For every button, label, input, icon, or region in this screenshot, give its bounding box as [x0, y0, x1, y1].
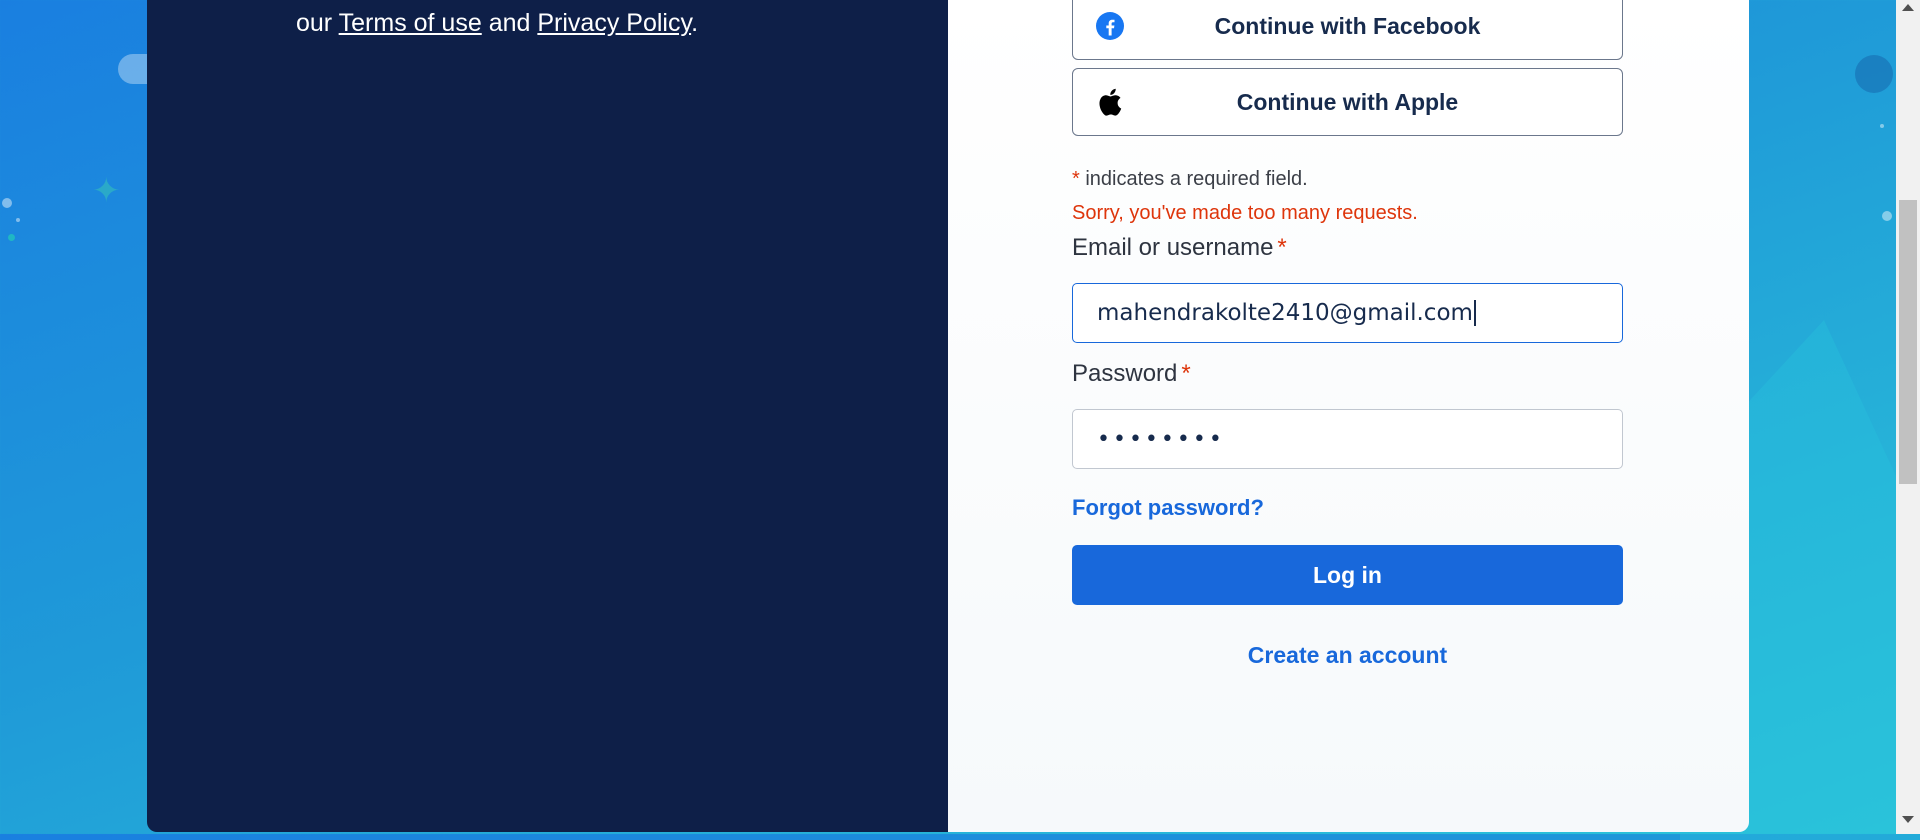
left-info-panel [147, 0, 948, 832]
required-field-note: * indicates a required field. [1072, 168, 1308, 191]
password-input-value: •••••••• [1097, 426, 1225, 452]
password-label-text: Password [1072, 360, 1178, 387]
email-field-label: Email or username * [1072, 234, 1287, 262]
password-input[interactable]: •••••••• [1072, 409, 1623, 469]
required-star: * [1181, 360, 1191, 387]
required-note-text: indicates a required field. [1079, 168, 1308, 190]
legal-text: our Terms of use and Privacy Policy. [296, 6, 896, 40]
scroll-down-arrow-icon[interactable] [1902, 816, 1914, 823]
rate-limit-error-message: Sorry, you've made too many requests. [1072, 202, 1418, 224]
apple-button-label: Continue with Apple [1236, 88, 1459, 115]
forgot-password-link[interactable]: Forgot password? [1072, 495, 1264, 521]
background-dot [1855, 55, 1893, 93]
email-input-value: mahendrakolte2410@gmail.com [1097, 300, 1473, 326]
legal-prefix: our [296, 9, 339, 37]
sparkle-icon: ✦ [92, 171, 121, 211]
scrollbar-thumb[interactable] [1899, 200, 1917, 484]
background-dot [16, 218, 20, 222]
email-label-text: Email or username [1072, 234, 1274, 261]
background-dot [1882, 211, 1892, 221]
background-dot [2, 198, 12, 208]
background-dot [1880, 124, 1884, 128]
privacy-policy-link[interactable]: Privacy Policy [537, 9, 691, 37]
facebook-icon [1095, 11, 1125, 41]
continue-with-facebook-button[interactable]: Continue with Facebook [1072, 0, 1623, 60]
required-star: * [1277, 234, 1287, 261]
facebook-button-label: Continue with Facebook [1214, 12, 1481, 39]
terms-of-use-link[interactable]: Terms of use [339, 9, 482, 37]
scroll-up-arrow-icon[interactable] [1902, 4, 1914, 11]
text-caret [1473, 300, 1476, 326]
email-input[interactable]: mahendrakolte2410@gmail.com [1072, 283, 1623, 343]
legal-conjunction: and [481, 9, 538, 37]
background-dot [8, 234, 15, 241]
password-field-label: Password * [1072, 360, 1191, 388]
required-star: * [1072, 168, 1080, 190]
log-in-button[interactable]: Log in [1072, 545, 1623, 605]
page-scrollbar[interactable] [1896, 0, 1920, 834]
continue-with-apple-button[interactable]: Continue with Apple [1072, 68, 1623, 136]
legal-suffix: . [691, 9, 699, 37]
create-account-link[interactable]: Create an account [1072, 642, 1623, 669]
apple-icon [1095, 87, 1123, 117]
